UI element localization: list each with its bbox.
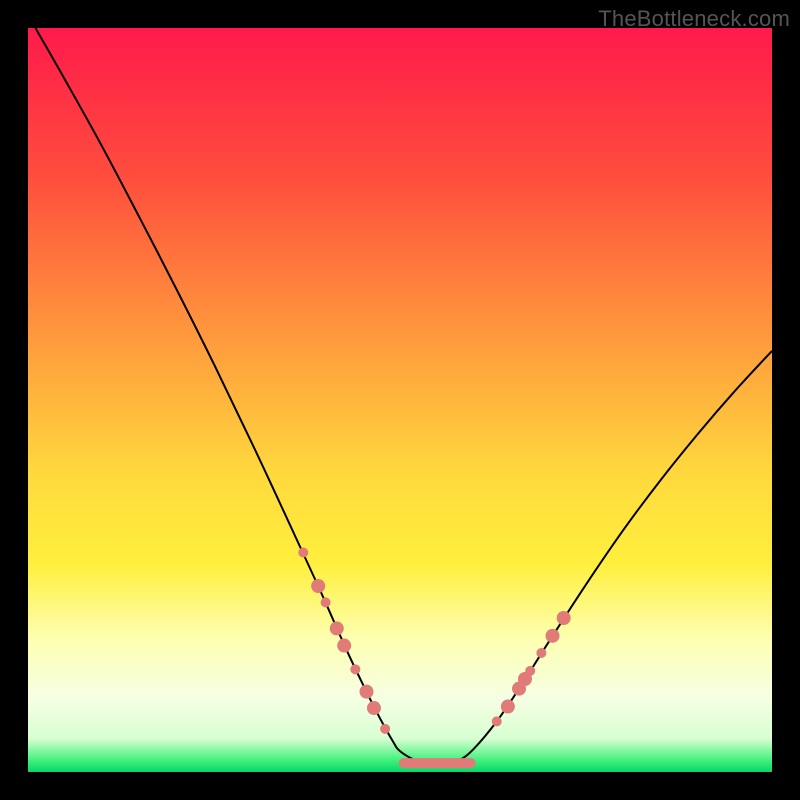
plot-area [28, 28, 772, 772]
curve-marker [311, 579, 325, 593]
curve-marker [525, 666, 535, 676]
curve-marker [492, 716, 502, 726]
bottleneck-curve [35, 28, 772, 765]
curve-marker [298, 548, 308, 558]
curve-markers [298, 548, 570, 764]
curve-marker [337, 639, 351, 653]
curve-marker [330, 621, 344, 635]
curve-marker [360, 685, 374, 699]
curve-marker [380, 724, 390, 734]
chart-svg [28, 28, 772, 772]
curve-marker [367, 701, 381, 715]
watermark-text: TheBottleneck.com [598, 6, 790, 32]
curve-marker [557, 611, 571, 625]
curve-marker [546, 629, 560, 643]
curve-marker [321, 597, 331, 607]
chart-container: TheBottleneck.com [0, 0, 800, 800]
curve-marker [501, 700, 515, 714]
curve-marker [536, 648, 546, 658]
curve-marker [350, 664, 360, 674]
